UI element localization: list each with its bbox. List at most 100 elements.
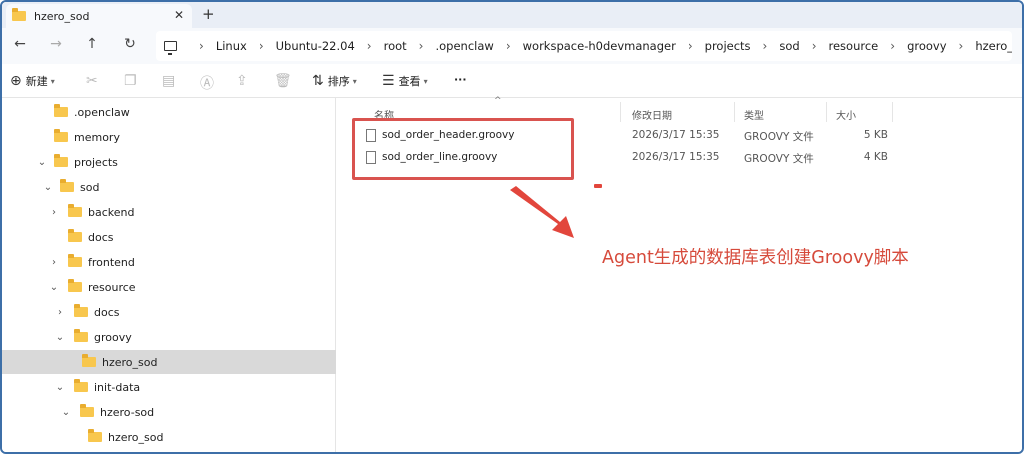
- annotation-text: Agent生成的数据库表创建Groovy脚本: [602, 248, 909, 268]
- delete-icon[interactable]: 🗑: [274, 73, 296, 89]
- breadcrumb-item[interactable]: Ubuntu-22.04: [276, 39, 355, 53]
- tree-item-openclaw[interactable]: .openclaw: [2, 100, 336, 124]
- view-button[interactable]: ☰ 查看 ▾: [382, 73, 428, 89]
- breadcrumb-item[interactable]: root: [384, 39, 407, 53]
- tree-item-hzero-sod-selected[interactable]: hzero_sod: [2, 350, 336, 374]
- chevron-right-icon: ›: [258, 39, 264, 53]
- chevron-down-icon[interactable]: ⌄: [42, 182, 54, 193]
- breadcrumb-item[interactable]: Linux: [216, 39, 247, 53]
- tree-label: memory: [74, 130, 120, 144]
- tab-title: hzero_sod: [34, 9, 90, 23]
- refresh-button[interactable]: ↻: [120, 36, 140, 52]
- tree-label: hzero-sod: [100, 405, 155, 419]
- folder-icon: [68, 204, 82, 217]
- address-bar[interactable]: › Linux › Ubuntu-22.04 › root › .opencla…: [156, 31, 1012, 61]
- tree-label: hzero_sod: [108, 430, 164, 444]
- tree-label: docs: [94, 305, 120, 319]
- chevron-right-icon: ›: [958, 39, 964, 53]
- tree-item-hzero-sod-dash[interactable]: ⌄ hzero-sod: [2, 400, 336, 424]
- folder-icon: [74, 329, 88, 342]
- chevron-down-icon: ▾: [50, 76, 55, 86]
- folder-icon: [60, 179, 74, 192]
- chevron-right-icon: ›: [199, 39, 204, 53]
- file-list-pane: ^ 名称 修改日期 类型 大小 sod_order_header.groovy …: [348, 96, 1022, 452]
- tree-item-backend[interactable]: › backend: [2, 200, 336, 224]
- sort-button[interactable]: ⇅ 排序 ▾: [312, 73, 357, 89]
- folder-icon: [88, 429, 102, 442]
- chevron-right-icon: ›: [890, 39, 896, 53]
- up-button[interactable]: ↑: [82, 36, 102, 52]
- chevron-right-icon: ›: [505, 39, 511, 53]
- forward-button[interactable]: →: [46, 36, 66, 52]
- chevron-right-icon[interactable]: ›: [48, 207, 60, 218]
- tree-label: sod: [80, 180, 100, 194]
- close-icon[interactable]: ✕: [174, 8, 184, 22]
- tree-item-resource-docs[interactable]: › docs: [2, 300, 336, 324]
- chevron-down-icon[interactable]: ⌄: [54, 382, 66, 393]
- breadcrumb-item[interactable]: sod: [779, 39, 799, 53]
- folder-icon: [54, 154, 68, 167]
- tree-item-memory[interactable]: memory: [2, 125, 336, 149]
- tree-item-projects[interactable]: ⌄ projects: [2, 150, 336, 174]
- folder-icon: [74, 304, 88, 317]
- breadcrumb-item[interactable]: workspace-h0devmanager: [523, 39, 676, 53]
- chevron-right-icon: ›: [418, 39, 424, 53]
- share-icon[interactable]: ⇪: [236, 73, 252, 89]
- tab-strip: hzero_sod ✕ +: [2, 2, 1022, 28]
- cut-icon[interactable]: ✂: [86, 73, 102, 89]
- breadcrumb-item[interactable]: resource: [829, 39, 879, 53]
- chevron-down-icon[interactable]: ⌄: [54, 332, 66, 343]
- breadcrumb-item[interactable]: hzero_sod: [975, 39, 1012, 53]
- chevron-right-icon: ›: [366, 39, 372, 53]
- tree-item-groovy[interactable]: ⌄ groovy: [2, 325, 336, 349]
- copy-icon[interactable]: ❐: [124, 73, 141, 89]
- chevron-right-icon[interactable]: ›: [54, 307, 66, 318]
- folder-icon: [54, 104, 68, 117]
- folder-icon: [74, 379, 88, 392]
- plus-icon: ⊕: [10, 73, 22, 89]
- chevron-right-icon[interactable]: ›: [48, 257, 60, 268]
- chevron-down-icon: ▾: [423, 76, 428, 86]
- tree-item-resource[interactable]: ⌄ resource: [2, 275, 336, 299]
- more-options-button[interactable]: ···: [454, 73, 467, 86]
- tree-item-init-data[interactable]: ⌄ init-data: [2, 375, 336, 399]
- chevron-down-icon[interactable]: ⌄: [60, 407, 72, 418]
- sort-label: 排序: [327, 75, 350, 88]
- tree-item-hzero-sod-nested[interactable]: hzero_sod: [2, 425, 336, 449]
- breadcrumb-item[interactable]: groovy: [907, 39, 946, 53]
- chevron-down-icon[interactable]: ⌄: [48, 282, 60, 293]
- navigation-bar: ← → ↑ ↻ › Linux › Ubuntu-22.04 › root › …: [2, 28, 1022, 64]
- tree-label: .openclaw: [74, 105, 130, 119]
- command-bar: ⊕ 新建 ▾ ✂ ❐ ▤ Ⓐ ⇪ 🗑 ⇅ 排序 ▾ ☰ 查看 ▾ ···: [2, 64, 1022, 98]
- chevron-right-icon: ›: [811, 39, 817, 53]
- tree-item-frontend[interactable]: › frontend: [2, 250, 336, 274]
- view-label: 查看: [398, 75, 421, 88]
- folder-icon: [12, 8, 26, 21]
- new-tab-button[interactable]: +: [202, 5, 215, 23]
- tree-item-sod[interactable]: ⌄ sod: [2, 175, 336, 199]
- monitor-icon: [164, 41, 177, 55]
- tree-label: groovy: [94, 330, 132, 344]
- folder-icon: [68, 254, 82, 267]
- folder-icon: [54, 129, 68, 142]
- navigation-pane: .openclaw memory ⌄ projects ⌄ sod › back…: [2, 98, 336, 452]
- folder-icon: [68, 229, 82, 242]
- tree-label: frontend: [88, 255, 135, 269]
- folder-icon: [68, 279, 82, 292]
- new-button[interactable]: ⊕ 新建 ▾: [10, 73, 55, 89]
- tab-hzero-sod[interactable]: hzero_sod ✕: [6, 4, 192, 28]
- chevron-down-icon[interactable]: ⌄: [36, 157, 48, 168]
- breadcrumb-item[interactable]: .openclaw: [435, 39, 493, 53]
- breadcrumb-item[interactable]: projects: [705, 39, 751, 53]
- paste-icon[interactable]: ▤: [162, 73, 179, 89]
- tree-label: resource: [88, 280, 136, 294]
- tree-label: projects: [74, 155, 118, 169]
- chevron-right-icon: ›: [762, 39, 768, 53]
- rename-icon[interactable]: Ⓐ: [200, 73, 218, 93]
- chevron-right-icon: ›: [687, 39, 693, 53]
- tree-label: backend: [88, 205, 135, 219]
- sort-icon: ⇅: [312, 73, 324, 89]
- back-button[interactable]: ←: [10, 36, 30, 52]
- folder-icon: [82, 354, 96, 367]
- tree-item-docs[interactable]: docs: [2, 225, 336, 249]
